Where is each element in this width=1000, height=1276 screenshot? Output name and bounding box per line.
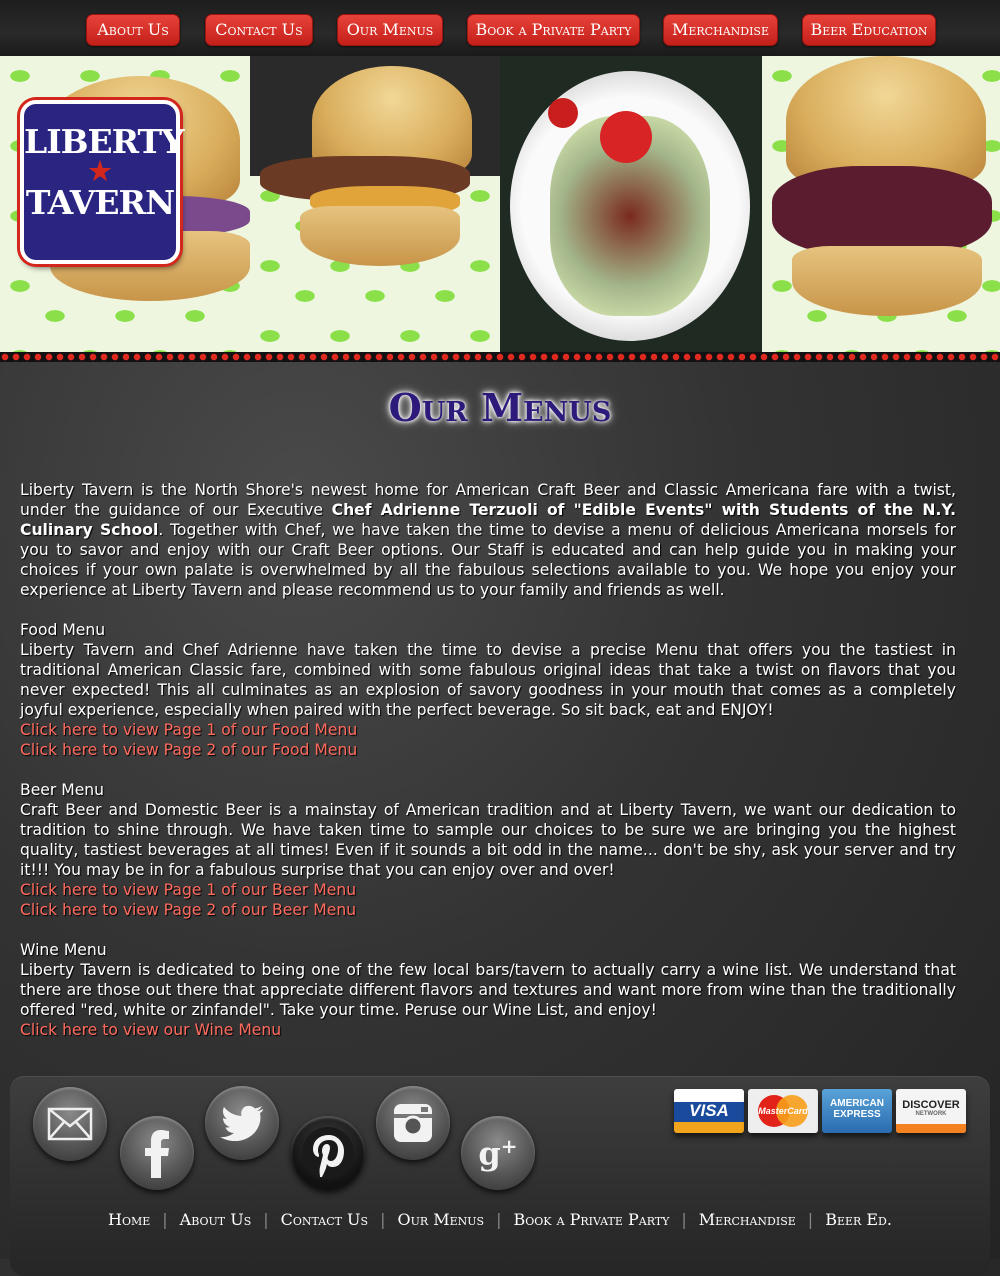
liberty-tavern-logo[interactable]: LIBERTY ★ TAVERN bbox=[20, 100, 185, 264]
page-title: Our Menus bbox=[388, 385, 612, 430]
dotted-divider bbox=[0, 352, 1000, 362]
nav-about-us[interactable]: About Us bbox=[86, 14, 180, 46]
nav-our-menus[interactable]: Our Menus bbox=[337, 14, 443, 46]
mastercard-card-icon: MasterCard bbox=[748, 1089, 818, 1133]
beer-menu-text: Craft Beer and Domestic Beer is a mainst… bbox=[20, 801, 956, 879]
food-menu-text: Liberty Tavern and Chef Adrienne have ta… bbox=[20, 641, 956, 719]
nav-merchandise[interactable]: Merchandise bbox=[663, 14, 778, 46]
footer-nav-merchandise[interactable]: Merchandise bbox=[699, 1210, 796, 1229]
menu-content: Liberty Tavern is the North Shore's newe… bbox=[20, 480, 956, 1040]
wine-menu-heading: Wine Menu bbox=[20, 941, 107, 959]
pinterest-icon[interactable] bbox=[291, 1116, 365, 1190]
beer-menu-page2-link[interactable]: Click here to view Page 2 of our Beer Me… bbox=[20, 900, 956, 920]
footer-nav: Home | About Us | Contact Us | Our Menus | Book … bbox=[108, 1210, 892, 1229]
wine-menu-text: Liberty Tavern is dedicated to being one… bbox=[20, 961, 956, 1019]
instagram-icon[interactable] bbox=[376, 1086, 450, 1160]
email-icon[interactable] bbox=[33, 1087, 107, 1161]
footer-nav-book-private-party[interactable]: Book a Private Party bbox=[513, 1210, 669, 1229]
nav-beer-education[interactable]: Beer Education bbox=[802, 14, 936, 46]
footer-nav-contact-us[interactable]: Contact Us bbox=[281, 1210, 368, 1229]
nav-book-private-party[interactable]: Book a Private Party bbox=[467, 14, 640, 46]
intro-paragraph: Liberty Tavern is the North Shore's newe… bbox=[20, 481, 956, 599]
wine-menu-link[interactable]: Click here to view our Wine Menu bbox=[20, 1020, 956, 1040]
food-menu-page1-link[interactable]: Click here to view Page 1 of our Food Me… bbox=[20, 720, 956, 740]
facebook-icon[interactable] bbox=[120, 1116, 194, 1190]
discover-card-icon: DISCOVER NETWORK bbox=[896, 1089, 966, 1133]
burger-photo-3 bbox=[762, 56, 1000, 354]
food-menu-page2-link[interactable]: Click here to view Page 2 of our Food Me… bbox=[20, 740, 956, 760]
footer-nav-about-us[interactable]: About Us bbox=[180, 1210, 252, 1229]
google-plus-icon[interactable]: g+ bbox=[461, 1116, 535, 1190]
top-nav-bar: About Us Contact Us Our Menus Book a Pri… bbox=[0, 0, 1000, 56]
burger-photo-2 bbox=[250, 56, 500, 354]
twitter-icon[interactable] bbox=[205, 1086, 279, 1160]
footer-nav-home[interactable]: Home bbox=[108, 1210, 150, 1229]
footer-nav-beer-ed[interactable]: Beer Ed. bbox=[825, 1210, 892, 1229]
footer-nav-our-menus[interactable]: Our Menus bbox=[397, 1210, 484, 1229]
visa-card-icon: VISA bbox=[674, 1089, 744, 1133]
hero-banner: LIBERTY ★ TAVERN bbox=[0, 56, 1000, 354]
beer-menu-heading: Beer Menu bbox=[20, 781, 105, 799]
beer-menu-page1-link[interactable]: Click here to view Page 1 of our Beer Me… bbox=[20, 880, 956, 900]
food-menu-heading: Food Menu bbox=[20, 621, 106, 639]
amex-card-icon: AMERICAN EXPRESS bbox=[822, 1089, 892, 1133]
salad-photo bbox=[500, 56, 762, 354]
nav-contact-us[interactable]: Contact Us bbox=[205, 14, 313, 46]
